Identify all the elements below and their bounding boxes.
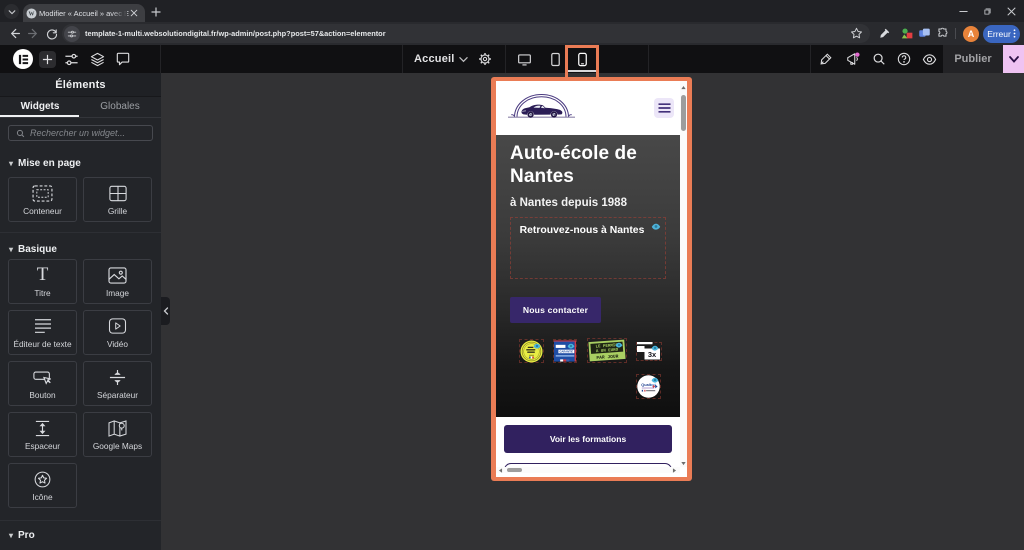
- svg-text:Quali: Quali: [641, 383, 651, 387]
- svg-text:W: W: [29, 11, 35, 17]
- svg-text:GARANTIE: GARANTIE: [559, 350, 573, 354]
- svg-text:3x: 3x: [648, 350, 657, 359]
